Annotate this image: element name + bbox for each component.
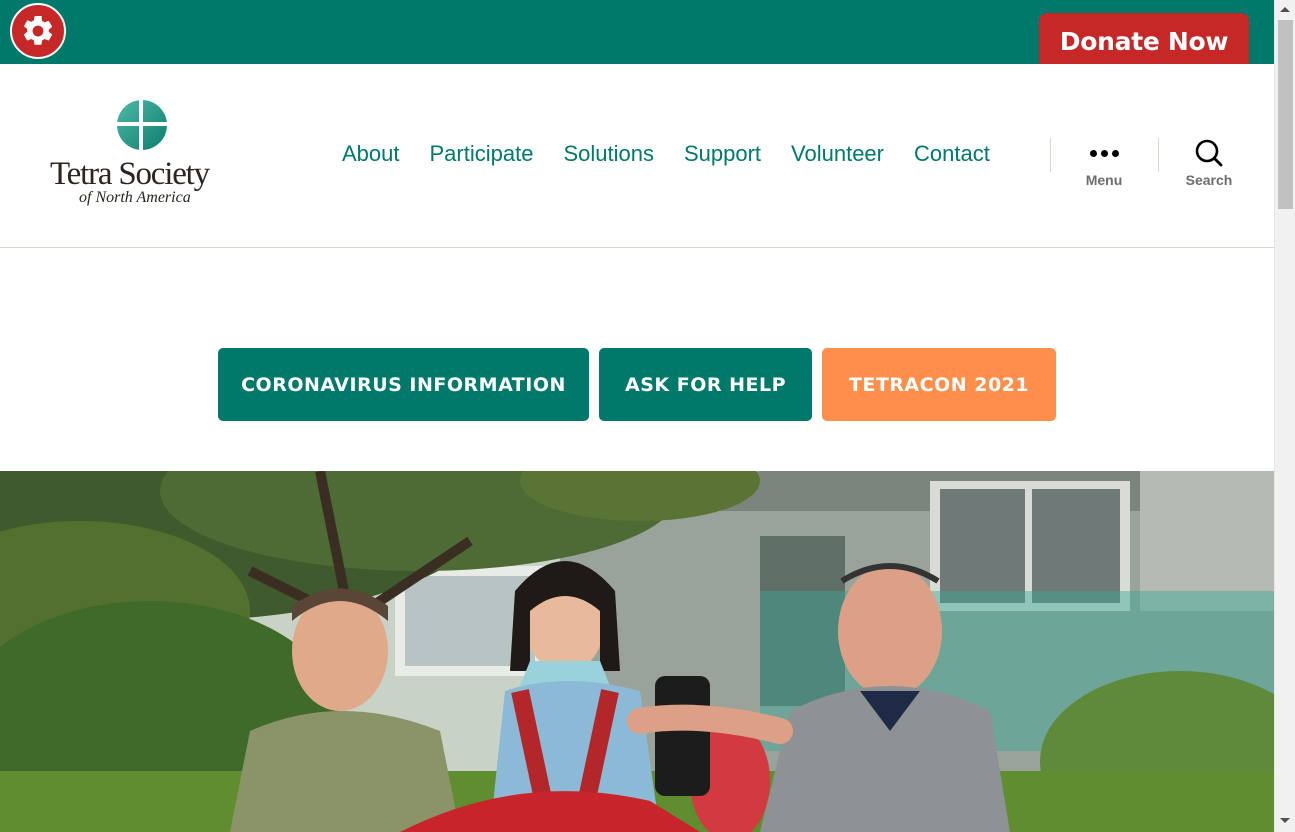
logo-subtitle: of North America <box>79 189 191 206</box>
nav-contact[interactable]: Contact <box>914 141 990 167</box>
nav-volunteer[interactable]: Volunteer <box>791 141 884 167</box>
scroll-up-arrow-icon[interactable] <box>1280 7 1290 12</box>
hero-photo-icon <box>0 471 1274 832</box>
page-scrollbar[interactable] <box>1274 0 1295 832</box>
ask-for-help-button[interactable]: ASK FOR HELP <box>599 348 812 421</box>
nav-participate[interactable]: Participate <box>430 141 534 167</box>
scroll-down-arrow-icon[interactable] <box>1280 818 1290 823</box>
logo-mark-icon <box>114 98 170 154</box>
donate-button[interactable]: Donate Now <box>1039 13 1249 64</box>
top-bar: Donate Now <box>0 0 1274 64</box>
nav-about[interactable]: About <box>342 141 400 167</box>
gear-icon <box>23 15 53 45</box>
nav-solutions[interactable]: Solutions <box>563 141 654 167</box>
page: Donate Now Tetra Society of North Americ… <box>0 0 1295 832</box>
search-label: Search <box>1185 172 1233 188</box>
nav-divider <box>1050 138 1051 172</box>
site-header: Tetra Society of North America About Par… <box>0 64 1274 248</box>
more-dots-icon <box>1069 138 1139 168</box>
logo-name: Tetra Society <box>50 156 210 192</box>
search-toggle[interactable]: Search <box>1174 138 1244 188</box>
nav-support[interactable]: Support <box>684 141 761 167</box>
primary-nav: About Participate Solutions Support Volu… <box>342 141 1020 167</box>
tetracon-button[interactable]: TETRACON 2021 <box>822 348 1056 421</box>
hero-photo <box>0 471 1274 832</box>
menu-toggle[interactable]: Menu <box>1069 138 1139 188</box>
accessibility-button[interactable] <box>10 3 66 59</box>
scroll-thumb[interactable] <box>1278 20 1293 209</box>
site-logo[interactable]: Tetra Society of North America <box>48 98 238 214</box>
coronavirus-info-button[interactable]: CORONAVIRUS INFORMATION <box>218 348 589 421</box>
search-icon <box>1195 139 1223 167</box>
menu-label: Menu <box>1085 172 1123 188</box>
nav-divider <box>1158 138 1159 172</box>
